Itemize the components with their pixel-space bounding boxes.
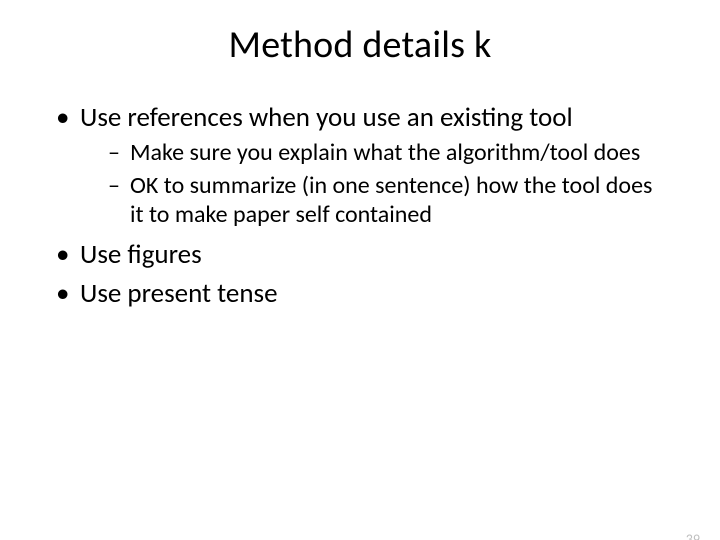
sub-bullet-list: Make sure you explain what the algorithm… — [80, 139, 666, 229]
sub-bullet-text: Make sure you explain what the algorithm… — [130, 138, 640, 167]
bullet-text: Use present tense — [80, 277, 278, 310]
sub-bullet-item: OK to summarize (in one sentence) how th… — [108, 172, 666, 230]
bullet-text: Use references when you use an existing … — [80, 101, 573, 134]
slide-body: Use references when you use an existing … — [0, 102, 720, 311]
bullet-item: Use references when you use an existing … — [54, 102, 666, 229]
bullet-text: Use figures — [80, 238, 202, 271]
sub-bullet-text: OK to summarize (in one sentence) how th… — [130, 171, 652, 229]
bullet-item: Use figures — [54, 239, 666, 272]
bullet-list: Use references when you use an existing … — [54, 102, 666, 311]
slide-title: Method details k — [0, 22, 720, 68]
sub-bullet-item: Make sure you explain what the algorithm… — [108, 139, 666, 168]
slide: Method details k Use references when you… — [0, 22, 720, 540]
bullet-item: Use present tense — [54, 278, 666, 311]
page-number: 39 — [686, 531, 700, 540]
